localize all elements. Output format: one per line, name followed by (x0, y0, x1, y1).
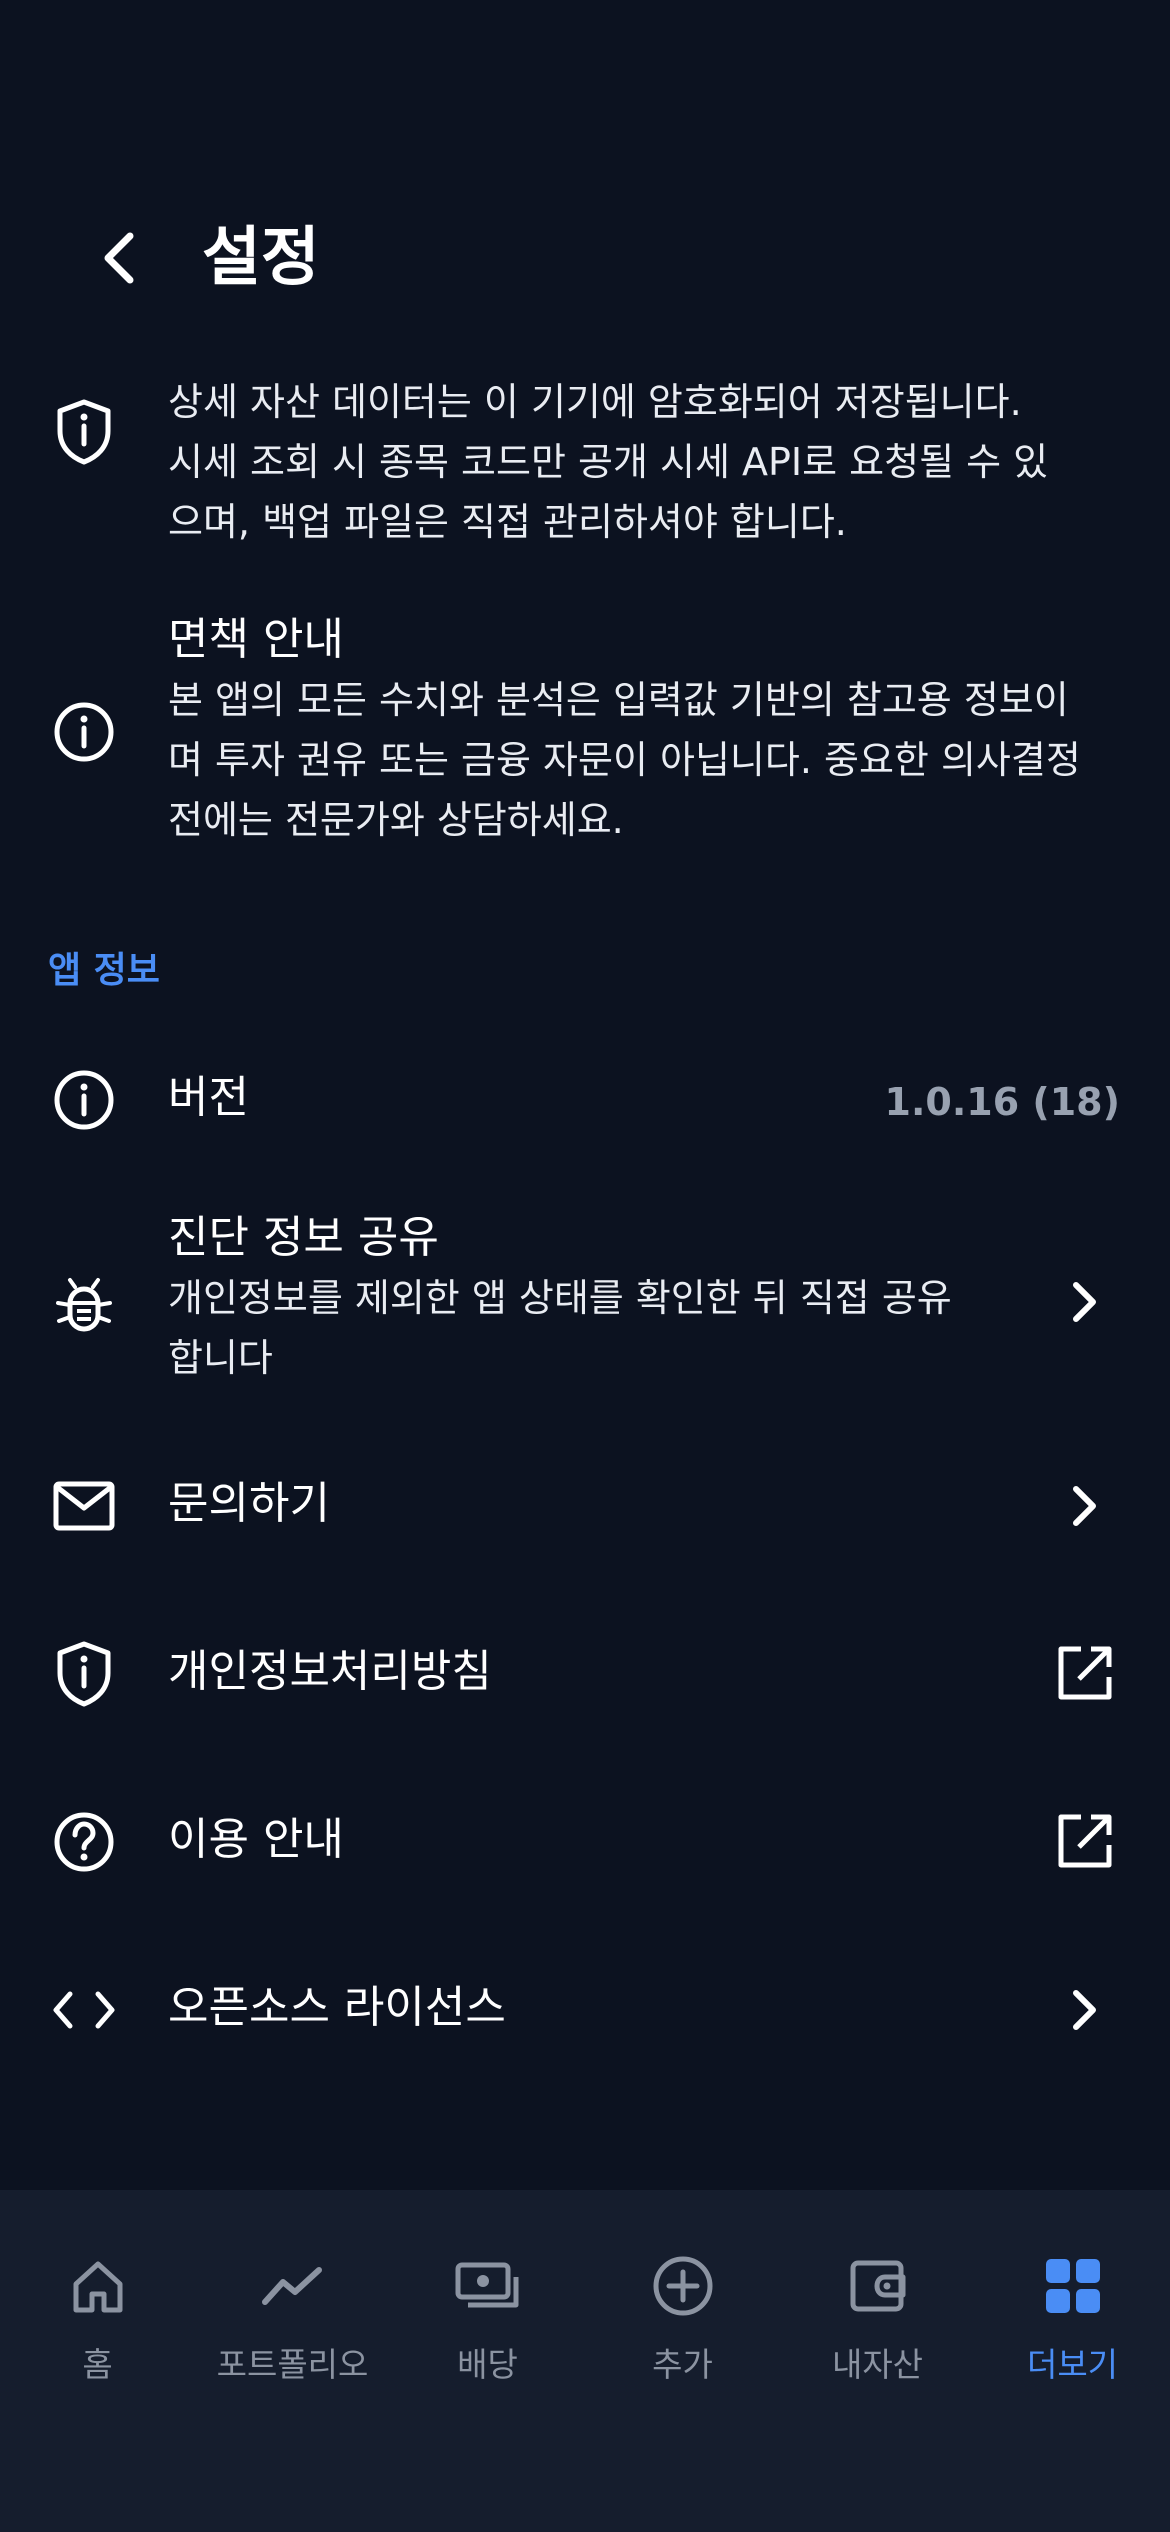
privacy-note-line: 시세 조회 시 종목 코드만 공개 시세 API로 요청될 수 있 (168, 440, 1049, 484)
tab-label: 배당 (457, 2345, 518, 2384)
section-label-app-info: 앱 정보 (48, 950, 160, 991)
tab-label: 포트폴리오 (216, 2345, 369, 2384)
page-title: 설정 (202, 221, 320, 295)
diagnostics-label: 진단 정보 공유 (168, 1212, 439, 1263)
tab-label: 더보기 (1026, 2345, 1119, 2384)
code-icon (50, 1976, 118, 2044)
contact-label: 문의하기 (168, 1478, 330, 1529)
licenses-label: 오픈소스 라이선스 (168, 1982, 506, 2033)
diagnostics-desc-line: 합니다 (168, 1336, 273, 1380)
tab-add[interactable]: 추가 (585, 2190, 780, 2430)
diagnostics-row[interactable]: 진단 정보 공유 개인정보를 제외한 앱 상태를 확인한 뒤 직접 공유 합니다 (0, 1208, 1170, 1398)
disclaimer-line: 며 투자 권유 또는 금융 자문이 아닙니다. 중요한 의사결정 (168, 738, 1081, 782)
tab-label: 홈 (82, 2345, 113, 2384)
guide-row[interactable]: 이용 안내 (0, 1808, 1170, 1874)
tab-dividend[interactable]: 배당 (390, 2190, 585, 2430)
privacy-policy-row[interactable]: 개인정보처리방침 (0, 1640, 1170, 1708)
header: 설정 (0, 0, 1170, 350)
tab-label: 추가 (652, 2345, 713, 2384)
chevron-left-icon (104, 232, 134, 284)
guide-label: 이용 안내 (168, 1814, 344, 1865)
help-circle-icon (50, 1808, 118, 1876)
external-link-icon (1052, 1808, 1118, 1874)
disclaimer-line: 전에는 전문가와 상담하세요. (168, 798, 624, 842)
external-link-icon (1052, 1640, 1118, 1706)
privacy-policy-label: 개인정보처리방침 (168, 1646, 492, 1697)
back-button[interactable] (88, 226, 152, 290)
shield-icon (50, 398, 118, 466)
info-icon (50, 1066, 118, 1134)
disclaimer-title: 면책 안내 (168, 614, 344, 665)
privacy-note-line: 으며, 백업 파일은 직접 관리하셔야 합니다. (168, 500, 847, 544)
scrolled-text-remnant (168, 348, 498, 356)
disclaimer-line: 본 앱의 모든 수치와 분석은 입력값 기반의 참고용 정보이 (168, 678, 1069, 722)
bug-icon (50, 1272, 118, 1340)
mail-icon (50, 1472, 118, 1540)
tab-more[interactable]: 더보기 (975, 2190, 1170, 2430)
tab-my-assets[interactable]: 내자산 (780, 2190, 975, 2430)
grid-icon (1037, 2250, 1109, 2322)
privacy-note-line: 상세 자산 데이터는 이 기기에 암호화되어 저장됩니다. (168, 380, 1022, 424)
plus-circle-icon (647, 2250, 719, 2322)
chevron-right-icon (1054, 1476, 1114, 1536)
tab-home[interactable]: 홈 (0, 2190, 195, 2430)
tab-portfolio[interactable]: 포트폴리오 (195, 2190, 390, 2430)
tab-bar: 홈 포트폴리오 배당 추가 내자산 더보기 (0, 2190, 1170, 2532)
shield-icon (50, 1640, 118, 1708)
chevron-right-icon (1054, 1272, 1114, 1332)
licenses-row[interactable]: 오픈소스 라이선스 (0, 1976, 1170, 2042)
version-row: 버전 1.0.16 (18) (0, 1066, 1170, 1132)
contact-row[interactable]: 문의하기 (0, 1472, 1170, 1538)
info-icon (50, 698, 118, 766)
version-value: 1.0.16 (18) (884, 1080, 1120, 1124)
trend-line-icon (257, 2250, 329, 2322)
cash-stack-icon (452, 2250, 524, 2322)
home-icon (62, 2250, 134, 2322)
tab-label: 내자산 (831, 2345, 924, 2384)
wallet-icon (842, 2250, 914, 2322)
diagnostics-desc-line: 개인정보를 제외한 앱 상태를 확인한 뒤 직접 공유 (168, 1276, 952, 1320)
chevron-right-icon (1054, 1980, 1114, 2040)
